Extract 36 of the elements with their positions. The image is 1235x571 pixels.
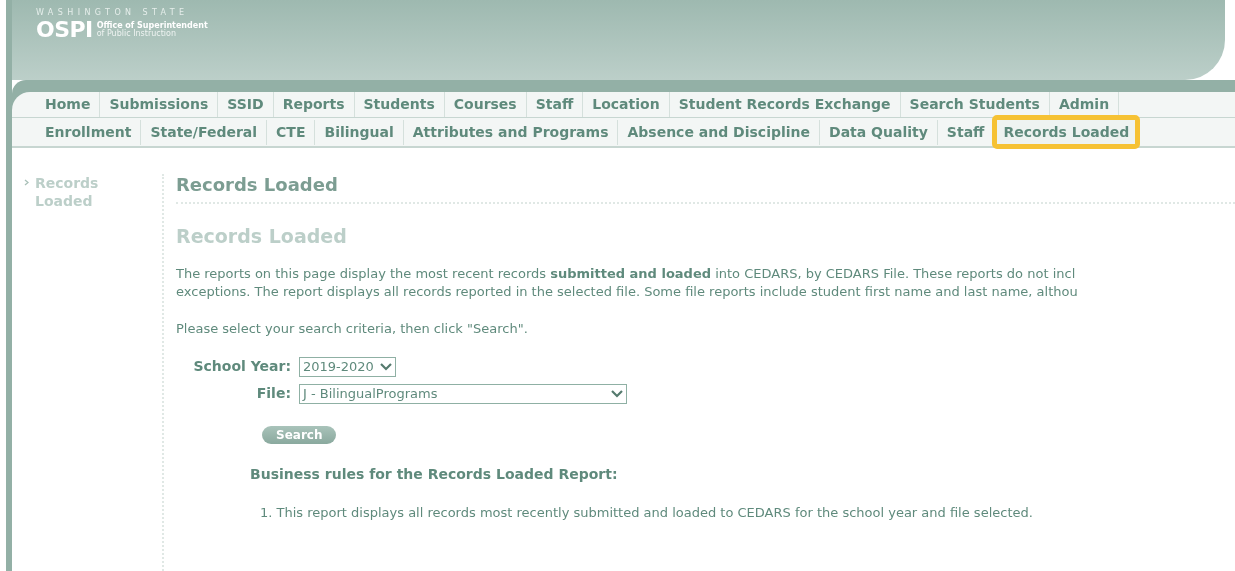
chevron-down-icon [379,362,392,371]
sub-nav-tab[interactable]: Enrollment [36,119,142,145]
instruction-text: Please select your search criteria, then click "Search". [176,319,528,338]
rules-title: Business rules for the Records Loaded Report: [250,465,618,484]
nav-tab[interactable]: Courses [444,92,527,117]
sub-nav-tab[interactable]: CTE [267,119,316,145]
rule-text: 1. This report displays all records most recently submitted and loaded to CEDARS for the school year and file selected. [260,504,1033,522]
sub-nav-tab[interactable]: State/Federal [141,119,268,145]
nav-tab[interactable]: Reports [273,92,355,117]
sub-nav-tab[interactable]: Absence and Discipline [618,119,821,145]
search-button[interactable]: Search [262,426,337,444]
logo-mark: OSPI [36,19,93,41]
nav-tab[interactable]: Location [583,92,670,117]
nav-tab[interactable]: Students [354,92,445,117]
intro-text: The reports on this page display the most recent records submitted and loaded into CEDARS, by CEDARS File. These reports do not incl [176,264,1076,283]
field-label: File: [255,384,291,403]
logo-line: of Public Instruction [96,30,176,38]
chevron-right-icon [24,179,29,186]
page-title: Records Loaded [176,174,1235,204]
field-label: School Year: [193,357,291,376]
logo-line: Office of Superintendent [96,22,208,30]
nav-tab[interactable]: Student Records Exchange [669,92,901,117]
logo-state: WASHINGTON STATE [36,9,190,17]
school-year-select[interactable]: 2019-2020 [299,356,396,377]
sub-nav-tab[interactable]: Bilingual [315,119,404,145]
sub-nav-tab[interactable]: Records Loaded [994,117,1139,147]
section-title: Records Loaded [176,224,348,249]
nav-tab[interactable]: Home [36,92,101,117]
intro-text: exceptions. The report displays all records reported in the selected file. Some file reports include student first name and last name, althou [176,282,1078,301]
chevron-down-icon [611,389,623,398]
file-select[interactable]: J - BilingualPrograms [299,383,627,404]
sub-nav-tab[interactable]: Data Quality [820,119,938,145]
nav-tab[interactable]: Submissions [100,92,219,117]
nav-tab[interactable]: SSID [218,92,274,117]
sub-nav-tab[interactable]: Attributes and Programs [403,119,619,145]
nav-tab[interactable]: Staff [526,92,584,117]
